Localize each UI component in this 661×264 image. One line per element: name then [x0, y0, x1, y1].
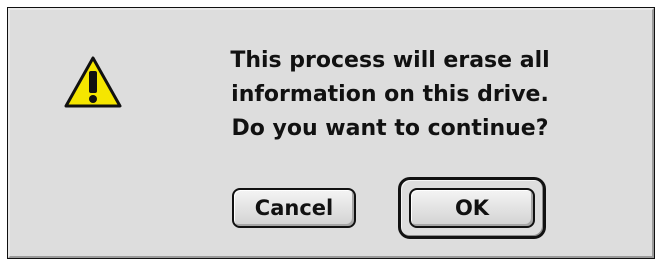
alert-message-line-3: Do you want to continue?	[231, 116, 549, 141]
alert-message-line-1: This process will erase all	[230, 48, 550, 73]
alert-message: This process will erase all information …	[180, 44, 600, 146]
alert-dialog: This process will erase all information …	[7, 7, 655, 259]
cancel-button[interactable]: Cancel	[232, 188, 356, 228]
warning-icon	[64, 56, 122, 108]
ok-button[interactable]: OK	[409, 188, 535, 228]
alert-message-line-2: information on this drive.	[231, 82, 549, 107]
